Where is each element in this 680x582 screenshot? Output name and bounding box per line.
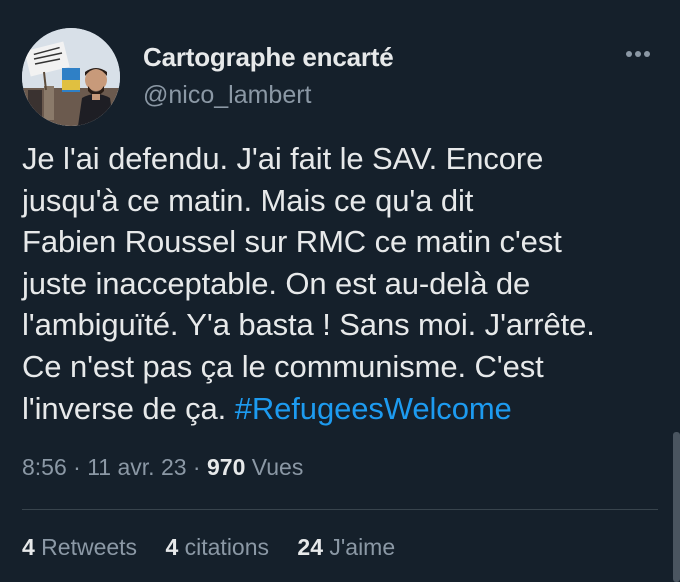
scrollbar[interactable] xyxy=(673,432,680,582)
more-horizontal-icon xyxy=(644,51,650,57)
likes-stat[interactable]: 24 J'aime xyxy=(297,534,395,561)
views-count: 970 xyxy=(206,454,246,480)
retweets-count: 4 xyxy=(22,534,35,560)
tweet-text-line: jusqu'à ce matin. Mais ce qu'a dit xyxy=(22,182,474,218)
tweet-text-line: Je l'ai defendu. J'ai fait le SAV. Encor… xyxy=(22,141,544,176)
meta-separator: · xyxy=(186,454,207,480)
meta-separator: · xyxy=(66,454,88,480)
more-horizontal-icon xyxy=(626,51,632,57)
quotes-stat[interactable]: 4 citations xyxy=(165,534,269,561)
more-options-button[interactable] xyxy=(618,42,658,66)
retweets-stat[interactable]: 4 Retweets xyxy=(22,534,137,561)
tweet-text-line-last: l'inverse de ça. #RefugeesWelcome xyxy=(22,388,662,430)
tweet-date[interactable]: 11 avr. 23 xyxy=(87,454,186,480)
tweet-text-fragment: l'inverse de ça. xyxy=(22,390,235,426)
tweet-metadata: 8:56 · 11 avr. 23 · 970 Vues xyxy=(22,454,303,481)
tweet-text-line: juste inacceptable. On est au-delà de xyxy=(22,265,531,301)
tweet-text-line: Fabien Roussel sur RMC ce matin c'est xyxy=(22,224,562,260)
likes-count: 24 xyxy=(297,534,323,560)
more-horizontal-icon xyxy=(635,51,641,57)
author-display-name[interactable]: Cartographe encarté xyxy=(143,42,394,73)
likes-label: J'aime xyxy=(323,534,396,560)
tweet-text-line: l'ambiguïté. Y'a basta ! Sans moi. J'arr… xyxy=(22,307,595,343)
hashtag-link[interactable]: #RefugeesWelcome xyxy=(235,391,512,426)
tweet-text: Je l'ai defendu. J'ai fait le SAV. Encor… xyxy=(22,138,662,429)
views-label: Vues xyxy=(245,454,304,480)
divider xyxy=(22,509,658,510)
tweet-card: Cartographe encarté @nico_lambert Je l'a… xyxy=(0,0,680,582)
tweet-text-line: Ce n'est pas ça le communisme. C'est xyxy=(22,348,544,384)
engagement-stats: 4 Retweets 4 citations 24 J'aime xyxy=(22,534,417,561)
quotes-label: citations xyxy=(178,534,270,560)
retweets-label: Retweets xyxy=(34,534,138,560)
author-handle[interactable]: @nico_lambert xyxy=(143,81,312,110)
avatar[interactable] xyxy=(22,28,120,126)
avatar-photo xyxy=(22,28,120,126)
quotes-count: 4 xyxy=(165,534,179,560)
tweet-time[interactable]: 8:56 xyxy=(22,454,67,480)
